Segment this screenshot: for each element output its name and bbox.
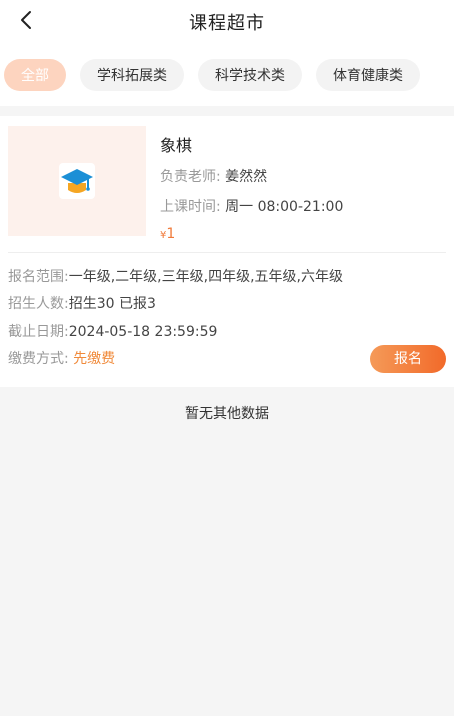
- chevron-left-icon: [21, 11, 31, 29]
- course-summary: 象棋 负责老师: 姜然然 上课时间: 周一 08:00-21:00 ¥1: [8, 126, 446, 253]
- payment-info: 缴费方式: 先缴费: [8, 349, 115, 369]
- page: 课程超市 全部 学科拓展类 科学技术类 体育健康类 象棋 负责老师: 姜然然 上…: [0, 0, 454, 716]
- payment-value: 先缴费: [73, 351, 116, 368]
- enroll-row: 招生人数: 招生30 已报3: [8, 291, 446, 319]
- course-details: 报名范围: 一年级,二年级,三年级,四年级,五年级,六年级 招生人数: 招生30…: [8, 253, 446, 374]
- tab-sports-health[interactable]: 体育健康类: [316, 59, 420, 91]
- class-time-row: 上课时间: 周一 08:00-21:00: [160, 196, 343, 216]
- teacher-row: 负责老师: 姜然然: [160, 166, 343, 186]
- tab-subject-extension[interactable]: 学科拓展类: [80, 59, 184, 91]
- scope-row: 报名范围: 一年级,二年级,三年级,四年级,五年级,六年级: [8, 263, 446, 291]
- course-name: 象棋: [160, 136, 193, 155]
- payment-row: 缴费方式: 先缴费 报名: [8, 345, 446, 374]
- category-tabs: 全部 学科拓展类 科学技术类 体育健康类: [0, 44, 454, 106]
- class-time-label: 上课时间:: [160, 199, 221, 215]
- payment-label: 缴费方式:: [8, 351, 69, 368]
- deadline-value: 2024-05-18 23:59:59: [68, 323, 218, 340]
- page-title: 课程超市: [189, 13, 265, 34]
- scope-label: 报名范围:: [8, 268, 69, 285]
- course-thumbnail: [8, 126, 146, 236]
- price-value: 1: [166, 226, 176, 242]
- deadline-label: 截止日期:: [8, 323, 69, 340]
- tab-all[interactable]: 全部: [4, 59, 66, 91]
- teacher-name: 姜然然: [225, 169, 268, 185]
- course-card[interactable]: 象棋 负责老师: 姜然然 上课时间: 周一 08:00-21:00 ¥1 报名范…: [0, 116, 454, 387]
- enroll-label: 招生人数:: [8, 296, 69, 313]
- divider: [0, 106, 454, 116]
- class-time-value: 周一 08:00-21:00: [225, 199, 344, 215]
- enroll-value: 招生30 已报3: [68, 296, 156, 313]
- course-info: 象棋 负责老师: 姜然然 上课时间: 周一 08:00-21:00 ¥1: [160, 126, 343, 242]
- tab-science-technology[interactable]: 科学技术类: [198, 59, 302, 91]
- signup-button[interactable]: 报名: [370, 345, 446, 374]
- scope-value: 一年级,二年级,三年级,四年级,五年级,六年级: [68, 268, 343, 285]
- deadline-row: 截止日期: 2024-05-18 23:59:59: [8, 318, 446, 346]
- teacher-label: 负责老师:: [160, 169, 221, 185]
- graduation-cap-icon: [59, 163, 95, 199]
- back-button[interactable]: [14, 8, 38, 32]
- no-more-data: 暂无其他数据: [185, 406, 269, 422]
- course-price: ¥1: [160, 226, 343, 242]
- header: 课程超市: [0, 0, 454, 44]
